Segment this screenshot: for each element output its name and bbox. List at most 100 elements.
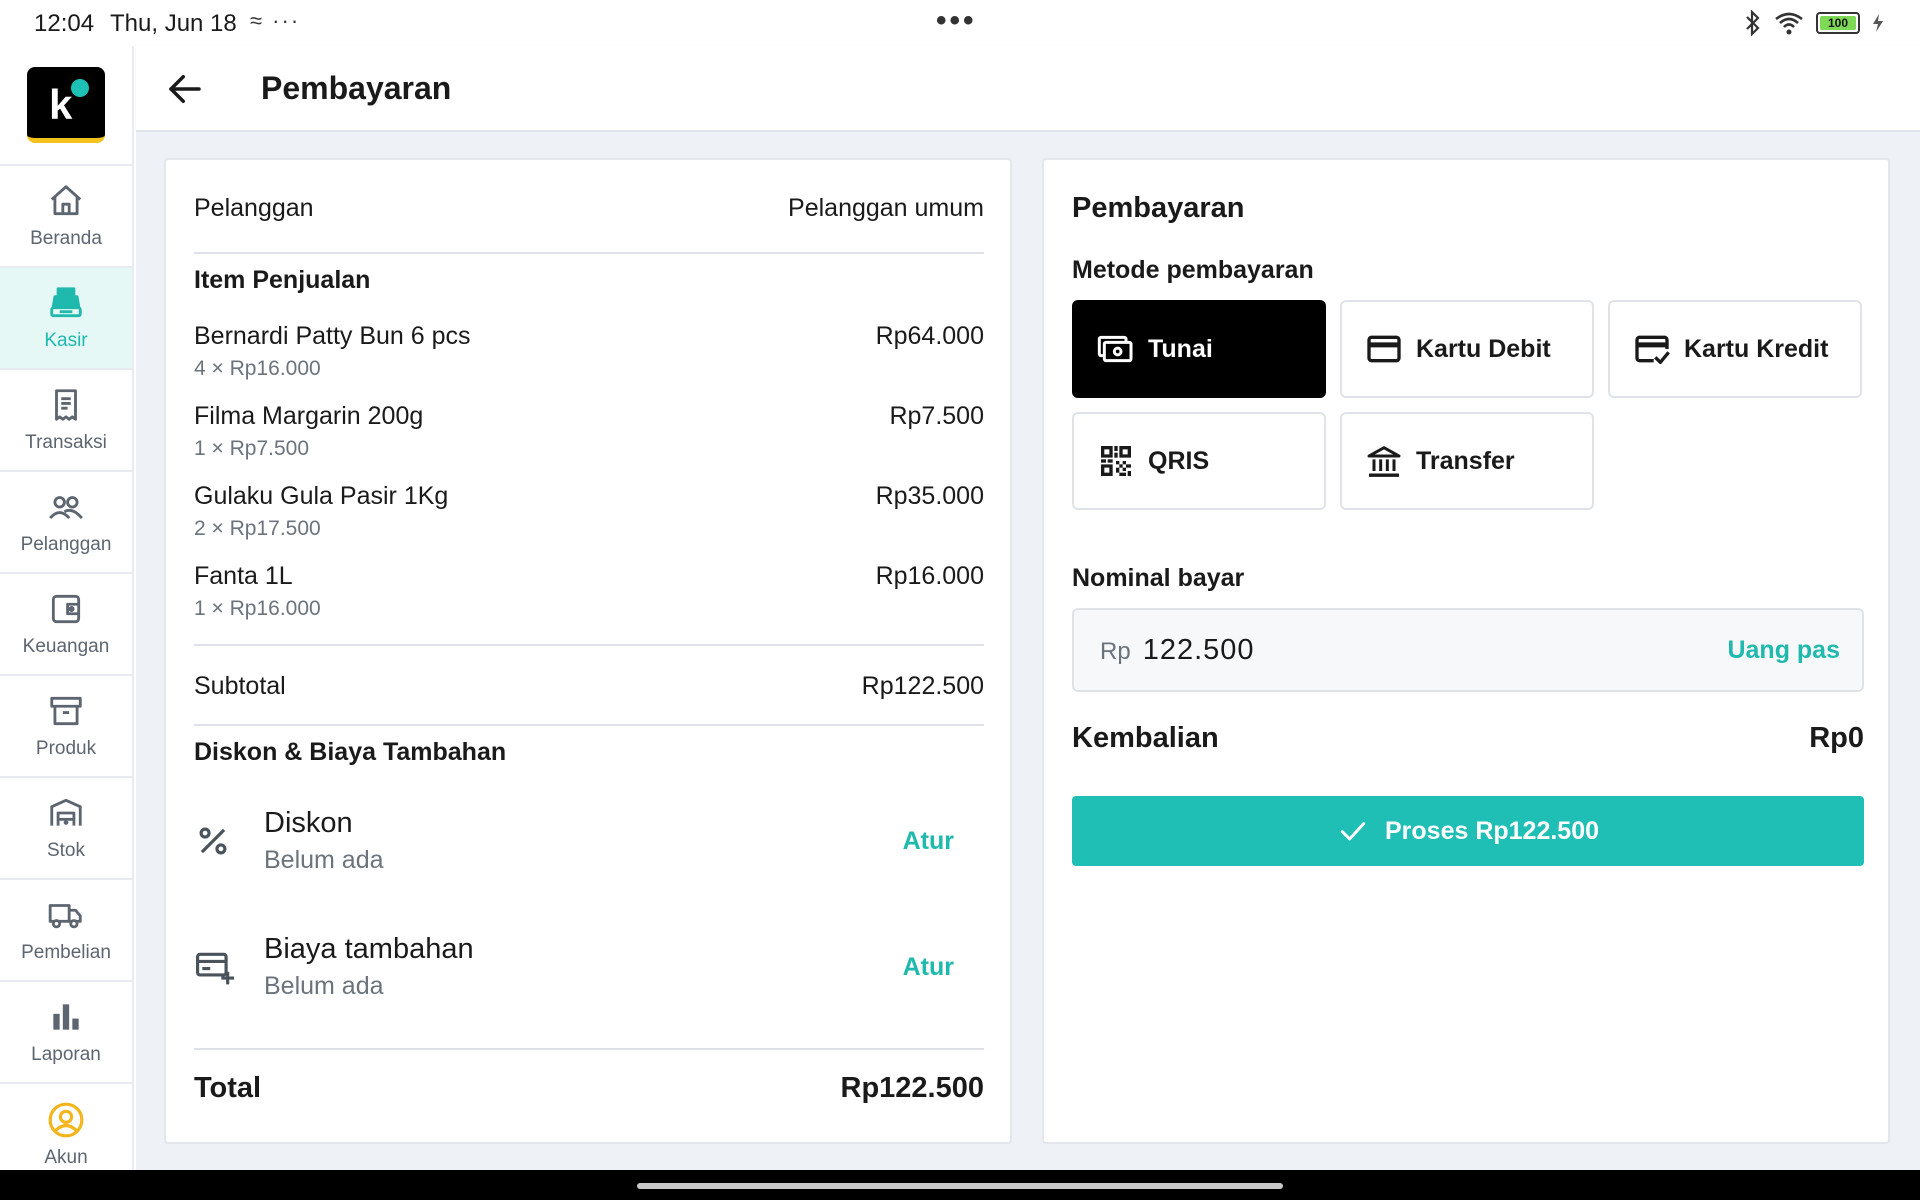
order-summary-card: Pelanggan Pelanggan umum Item Penjualan … bbox=[164, 158, 1012, 1144]
charging-icon bbox=[1873, 14, 1883, 32]
customer-row[interactable]: Pelanggan Pelanggan umum bbox=[194, 194, 984, 223]
set-extra-fee-button[interactable]: Atur bbox=[903, 953, 954, 982]
sidebar-item-label: Pelanggan bbox=[20, 534, 112, 555]
item-qty-price: 4 × Rp16.000 bbox=[194, 357, 321, 380]
divider bbox=[194, 1048, 984, 1050]
receipt-icon bbox=[55, 389, 77, 421]
change-label: Kembalian bbox=[1072, 722, 1219, 754]
sidebar-item-label: Kasir bbox=[44, 330, 88, 351]
credit-card-check-icon bbox=[1635, 335, 1670, 364]
process-button-label: Proses Rp122.500 bbox=[1384, 816, 1600, 845]
sidebar-item-label: Pembelian bbox=[21, 942, 111, 963]
list-item: Bernardi Patty Bun 6 pcs 4 × Rp16.000 Rp… bbox=[194, 322, 984, 402]
item-name: Filma Margarin 200g bbox=[194, 402, 424, 430]
amount-input[interactable]: Rp 122.500 Uang pas bbox=[1072, 608, 1864, 692]
sidebar-item-pembelian[interactable]: Pembelian bbox=[0, 880, 132, 982]
item-total: Rp35.000 bbox=[875, 482, 984, 510]
sidebar-item-stok[interactable]: Stok bbox=[0, 778, 132, 880]
sidebar-item-transaksi[interactable]: Transaksi bbox=[0, 370, 132, 472]
exact-amount-button[interactable]: Uang pas bbox=[1727, 636, 1840, 665]
sidebar-item-laporan[interactable]: Laporan bbox=[0, 982, 132, 1084]
process-payment-button[interactable]: Proses Rp122.500 bbox=[1072, 796, 1864, 866]
method-label: Kartu Debit bbox=[1416, 334, 1551, 363]
method-label: Kartu Kredit bbox=[1684, 334, 1829, 363]
warehouse-icon bbox=[50, 798, 82, 826]
method-qris-button[interactable]: QRIS bbox=[1072, 412, 1326, 510]
sidebar-item-label: Beranda bbox=[30, 228, 102, 249]
payment-card: Pembayaran Metode pembayaran Tunai Kartu… bbox=[1042, 158, 1890, 1144]
wallet-icon bbox=[51, 594, 81, 624]
sidebar-item-label: Produk bbox=[35, 738, 97, 759]
wifi-icon bbox=[1775, 12, 1803, 35]
list-item: Gulaku Gula Pasir 1Kg 2 × Rp17.500 Rp35.… bbox=[194, 482, 984, 562]
cash-register-icon bbox=[50, 287, 82, 318]
item-total: Rp16.000 bbox=[875, 562, 984, 590]
payment-methods: Tunai Kartu Debit Kartu Kredit QRIS Tran… bbox=[1072, 300, 1864, 510]
change-row: Kembalian Rp0 bbox=[1072, 722, 1864, 755]
amount-label: Nominal bayar bbox=[1072, 564, 1245, 592]
card-plus-icon bbox=[195, 952, 234, 985]
item-qty-price: 2 × Rp17.500 bbox=[194, 517, 321, 540]
subtotal-value: Rp122.500 bbox=[861, 672, 984, 700]
set-discount-button[interactable]: Atur bbox=[903, 827, 954, 856]
extra-fee-status: Belum ada bbox=[264, 972, 384, 1000]
adjustments-section-title: Diskon & Biaya Tambahan bbox=[194, 738, 507, 766]
amount-prefix: Rp bbox=[1100, 638, 1131, 665]
bank-icon bbox=[1367, 446, 1401, 477]
sidebar-item-label: Keuangan bbox=[22, 636, 110, 657]
app-logo[interactable]: k bbox=[27, 67, 105, 143]
amount-value[interactable]: 122.500 bbox=[1143, 634, 1728, 667]
system-nav-bar bbox=[0, 1170, 1920, 1200]
total-value: Rp122.500 bbox=[840, 1072, 985, 1104]
status-date: Thu, Jun 18 bbox=[110, 10, 237, 37]
sidebar-item-kasir[interactable]: Kasir bbox=[0, 268, 132, 370]
page-header: Pembayaran bbox=[136, 46, 1920, 132]
sidebar: k Beranda Kasir Transaksi Pelanggan Keua… bbox=[0, 46, 134, 1170]
battery-level: 100 bbox=[1827, 16, 1849, 30]
customer-label: Pelanggan bbox=[194, 194, 314, 222]
item-name: Gulaku Gula Pasir 1Kg bbox=[194, 482, 449, 510]
sidebar-item-beranda[interactable]: Beranda bbox=[0, 166, 132, 268]
payment-title: Pembayaran bbox=[1072, 192, 1245, 224]
sidebar-item-produk[interactable]: Produk bbox=[0, 676, 132, 778]
customer-value: Pelanggan umum bbox=[788, 194, 984, 222]
item-name: Bernardi Patty Bun 6 pcs bbox=[194, 322, 471, 350]
notification-icons: ≈ ··· bbox=[250, 8, 301, 33]
qr-code-icon bbox=[1101, 446, 1131, 476]
sidebar-item-label: Stok bbox=[46, 840, 86, 861]
method-kartu-debit-button[interactable]: Kartu Debit bbox=[1340, 300, 1594, 398]
method-label: Transfer bbox=[1416, 446, 1515, 475]
more-dots-icon[interactable]: ••• bbox=[936, 4, 977, 38]
method-tunai-button[interactable]: Tunai bbox=[1072, 300, 1326, 398]
discount-row: Diskon Belum ada Atur bbox=[194, 786, 984, 896]
check-icon bbox=[1340, 822, 1366, 841]
bluetooth-icon bbox=[1746, 10, 1760, 36]
status-time: 12:04 bbox=[34, 10, 95, 37]
logo-letter: k bbox=[49, 81, 73, 128]
archive-box-icon bbox=[50, 696, 82, 726]
subtotal-row: Subtotal Rp122.500 bbox=[194, 672, 984, 701]
sidebar-item-keuangan[interactable]: Keuangan bbox=[0, 574, 132, 676]
sidebar-item-pelanggan[interactable]: Pelanggan bbox=[0, 472, 132, 574]
method-transfer-button[interactable]: Transfer bbox=[1340, 412, 1594, 510]
battery-icon: 100 bbox=[1816, 12, 1860, 34]
item-qty-price: 1 × Rp16.000 bbox=[194, 597, 321, 620]
back-arrow-icon[interactable] bbox=[164, 68, 206, 110]
items-list: Bernardi Patty Bun 6 pcs 4 × Rp16.000 Rp… bbox=[194, 322, 984, 642]
users-icon bbox=[49, 496, 83, 520]
list-item: Filma Margarin 200g 1 × Rp7.500 Rp7.500 bbox=[194, 402, 984, 482]
sidebar-item-label: Transaksi bbox=[25, 432, 107, 453]
truck-icon bbox=[48, 904, 82, 929]
divider bbox=[194, 644, 984, 646]
method-kartu-kredit-button[interactable]: Kartu Kredit bbox=[1608, 300, 1862, 398]
extra-fee-title: Biaya tambahan bbox=[264, 933, 474, 965]
home-icon bbox=[50, 185, 82, 216]
divider bbox=[194, 724, 984, 726]
total-row: Total Rp122.500 bbox=[194, 1072, 984, 1105]
page-title: Pembayaran bbox=[261, 70, 452, 106]
main-content: Pelanggan Pelanggan umum Item Penjualan … bbox=[136, 132, 1920, 1170]
extra-fee-row: Biaya tambahan Belum ada Atur bbox=[194, 912, 984, 1022]
item-total: Rp64.000 bbox=[875, 322, 984, 350]
method-label: QRIS bbox=[1148, 446, 1210, 475]
home-indicator[interactable] bbox=[637, 1183, 1283, 1189]
